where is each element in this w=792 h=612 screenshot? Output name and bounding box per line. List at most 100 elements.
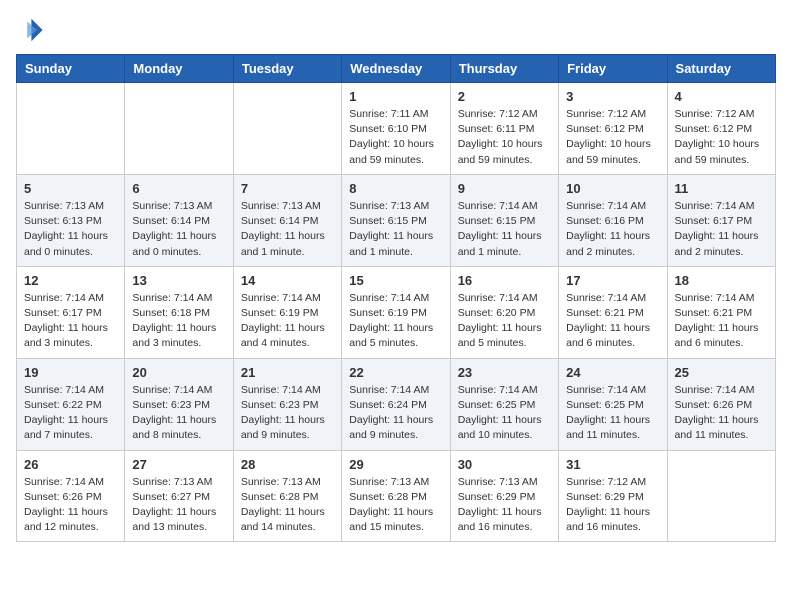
- calendar-cell: 18 Sunrise: 7:14 AM Sunset: 6:21 PM Dayli…: [667, 266, 775, 358]
- calendar-cell: 6Sunrise: 7:13 AM Sunset: 6:14 PM Daylig…: [125, 174, 233, 266]
- calendar-cell: 15Sunrise: 7:14 AM Sunset: 6:19 PM Dayli…: [342, 266, 450, 358]
- calendar-cell: 28 Sunrise: 7:13 AM Sunset: 6:28 PM Dayli…: [233, 450, 341, 542]
- day-info: Sunrise: 7:13 AM Sunset: 6:14 PM Dayligh…: [241, 199, 334, 260]
- calendar-cell: 22 Sunrise: 7:14 AM Sunset: 6:24 PM Dayli…: [342, 358, 450, 450]
- day-number: 5: [24, 181, 117, 196]
- calendar-cell: 29 Sunrise: 7:13 AM Sunset: 6:28 PM Dayli…: [342, 450, 450, 542]
- calendar-cell: 20Sunrise: 7:14 AM Sunset: 6:23 PM Dayli…: [125, 358, 233, 450]
- calendar-cell: 23 Sunrise: 7:14 AM Sunset: 6:25 PM Dayli…: [450, 358, 558, 450]
- calendar-cell: 27 Sunrise: 7:13 AM Sunset: 6:27 PM Dayli…: [125, 450, 233, 542]
- day-number: 11: [675, 181, 768, 196]
- calendar-cell: 9 Sunrise: 7:14 AM Sunset: 6:15 PM Daylig…: [450, 174, 558, 266]
- calendar-cell: 17Sunrise: 7:14 AM Sunset: 6:21 PM Dayli…: [559, 266, 667, 358]
- calendar-cell: 12 Sunrise: 7:14 AM Sunset: 6:17 PM Dayli…: [17, 266, 125, 358]
- day-info: Sunrise: 7:14 AM Sunset: 6:26 PM Dayligh…: [24, 475, 117, 536]
- calendar-cell: 25 Sunrise: 7:14 AM Sunset: 6:26 PM Dayli…: [667, 358, 775, 450]
- calendar-cell: 24 Sunrise: 7:14 AM Sunset: 6:25 PM Dayli…: [559, 358, 667, 450]
- day-info: Sunrise: 7:14 AM Sunset: 6:24 PM Dayligh…: [349, 383, 442, 444]
- day-number: 31: [566, 457, 659, 472]
- day-info: Sunrise: 7:14 AM Sunset: 6:19 PM Dayligh…: [241, 291, 334, 352]
- day-number: 20: [132, 365, 225, 380]
- day-info: Sunrise: 7:14 AM Sunset: 6:23 PM Dayligh…: [241, 383, 334, 444]
- day-number: 3: [566, 89, 659, 104]
- calendar-cell: 3 Sunrise: 7:12 AM Sunset: 6:12 PM Daylig…: [559, 83, 667, 175]
- day-number: 15: [349, 273, 442, 288]
- calendar-cell: 26 Sunrise: 7:14 AM Sunset: 6:26 PM Dayli…: [17, 450, 125, 542]
- day-of-week-header: Friday: [559, 55, 667, 83]
- day-number: 8: [349, 181, 442, 196]
- calendar-cell: [125, 83, 233, 175]
- day-number: 19: [24, 365, 117, 380]
- day-number: 14: [241, 273, 334, 288]
- day-info: Sunrise: 7:14 AM Sunset: 6:25 PM Dayligh…: [458, 383, 551, 444]
- day-number: 13: [132, 273, 225, 288]
- day-info: Sunrise: 7:13 AM Sunset: 6:15 PM Dayligh…: [349, 199, 442, 260]
- calendar-cell: 7 Sunrise: 7:13 AM Sunset: 6:14 PM Daylig…: [233, 174, 341, 266]
- day-info: Sunrise: 7:13 AM Sunset: 6:28 PM Dayligh…: [241, 475, 334, 536]
- day-info: Sunrise: 7:13 AM Sunset: 6:27 PM Dayligh…: [132, 475, 225, 536]
- day-info: Sunrise: 7:14 AM Sunset: 6:16 PM Dayligh…: [566, 199, 659, 260]
- day-info: Sunrise: 7:13 AM Sunset: 6:13 PM Dayligh…: [24, 199, 117, 260]
- day-number: 10: [566, 181, 659, 196]
- day-number: 25: [675, 365, 768, 380]
- day-number: 29: [349, 457, 442, 472]
- calendar-cell: 21 Sunrise: 7:14 AM Sunset: 6:23 PM Dayli…: [233, 358, 341, 450]
- calendar-cell: [667, 450, 775, 542]
- day-number: 23: [458, 365, 551, 380]
- calendar-cell: 31Sunrise: 7:12 AM Sunset: 6:29 PM Dayli…: [559, 450, 667, 542]
- day-info: Sunrise: 7:12 AM Sunset: 6:11 PM Dayligh…: [458, 107, 551, 168]
- calendar-cell: 19 Sunrise: 7:14 AM Sunset: 6:22 PM Dayli…: [17, 358, 125, 450]
- day-info: Sunrise: 7:12 AM Sunset: 6:12 PM Dayligh…: [566, 107, 659, 168]
- day-info: Sunrise: 7:14 AM Sunset: 6:17 PM Dayligh…: [24, 291, 117, 352]
- calendar-week-row: 5 Sunrise: 7:13 AM Sunset: 6:13 PM Daylig…: [17, 174, 776, 266]
- day-number: 9: [458, 181, 551, 196]
- logo-icon: [16, 16, 44, 44]
- day-info: Sunrise: 7:14 AM Sunset: 6:26 PM Dayligh…: [675, 383, 768, 444]
- calendar-cell: 14 Sunrise: 7:14 AM Sunset: 6:19 PM Dayli…: [233, 266, 341, 358]
- day-info: Sunrise: 7:13 AM Sunset: 6:28 PM Dayligh…: [349, 475, 442, 536]
- page-header: [16, 16, 776, 44]
- calendar-cell: 10 Sunrise: 7:14 AM Sunset: 6:16 PM Dayli…: [559, 174, 667, 266]
- day-info: Sunrise: 7:11 AM Sunset: 6:10 PM Dayligh…: [349, 107, 442, 168]
- day-info: Sunrise: 7:14 AM Sunset: 6:21 PM Dayligh…: [675, 291, 768, 352]
- calendar-cell: 2Sunrise: 7:12 AM Sunset: 6:11 PM Daylig…: [450, 83, 558, 175]
- calendar-table: SundayMondayTuesdayWednesdayThursdayFrid…: [16, 54, 776, 542]
- day-number: 18: [675, 273, 768, 288]
- day-of-week-header: Tuesday: [233, 55, 341, 83]
- calendar-cell: 11 Sunrise: 7:14 AM Sunset: 6:17 PM Dayli…: [667, 174, 775, 266]
- day-info: Sunrise: 7:14 AM Sunset: 6:25 PM Dayligh…: [566, 383, 659, 444]
- day-number: 22: [349, 365, 442, 380]
- day-info: Sunrise: 7:14 AM Sunset: 6:18 PM Dayligh…: [132, 291, 225, 352]
- calendar-cell: 8 Sunrise: 7:13 AM Sunset: 6:15 PM Daylig…: [342, 174, 450, 266]
- day-of-week-header: Monday: [125, 55, 233, 83]
- day-of-week-header: Saturday: [667, 55, 775, 83]
- day-of-week-header: Thursday: [450, 55, 558, 83]
- logo: [16, 16, 48, 44]
- calendar-cell: 16Sunrise: 7:14 AM Sunset: 6:20 PM Dayli…: [450, 266, 558, 358]
- day-info: Sunrise: 7:14 AM Sunset: 6:22 PM Dayligh…: [24, 383, 117, 444]
- calendar-cell: 13 Sunrise: 7:14 AM Sunset: 6:18 PM Dayli…: [125, 266, 233, 358]
- day-number: 27: [132, 457, 225, 472]
- day-number: 21: [241, 365, 334, 380]
- day-number: 4: [675, 89, 768, 104]
- day-number: 30: [458, 457, 551, 472]
- day-number: 26: [24, 457, 117, 472]
- day-number: 16: [458, 273, 551, 288]
- calendar-cell: [17, 83, 125, 175]
- day-of-week-header: Sunday: [17, 55, 125, 83]
- calendar-cell: [233, 83, 341, 175]
- calendar-cell: 4 Sunrise: 7:12 AM Sunset: 6:12 PM Daylig…: [667, 83, 775, 175]
- calendar-week-row: 26 Sunrise: 7:14 AM Sunset: 6:26 PM Dayli…: [17, 450, 776, 542]
- day-number: 7: [241, 181, 334, 196]
- day-of-week-header: Wednesday: [342, 55, 450, 83]
- day-number: 28: [241, 457, 334, 472]
- calendar-cell: 30 Sunrise: 7:13 AM Sunset: 6:29 PM Dayli…: [450, 450, 558, 542]
- calendar-week-row: 19 Sunrise: 7:14 AM Sunset: 6:22 PM Dayli…: [17, 358, 776, 450]
- day-number: 6: [132, 181, 225, 196]
- day-info: Sunrise: 7:13 AM Sunset: 6:29 PM Dayligh…: [458, 475, 551, 536]
- day-number: 24: [566, 365, 659, 380]
- day-info: Sunrise: 7:14 AM Sunset: 6:17 PM Dayligh…: [675, 199, 768, 260]
- day-number: 12: [24, 273, 117, 288]
- day-info: Sunrise: 7:14 AM Sunset: 6:15 PM Dayligh…: [458, 199, 551, 260]
- day-info: Sunrise: 7:12 AM Sunset: 6:12 PM Dayligh…: [675, 107, 768, 168]
